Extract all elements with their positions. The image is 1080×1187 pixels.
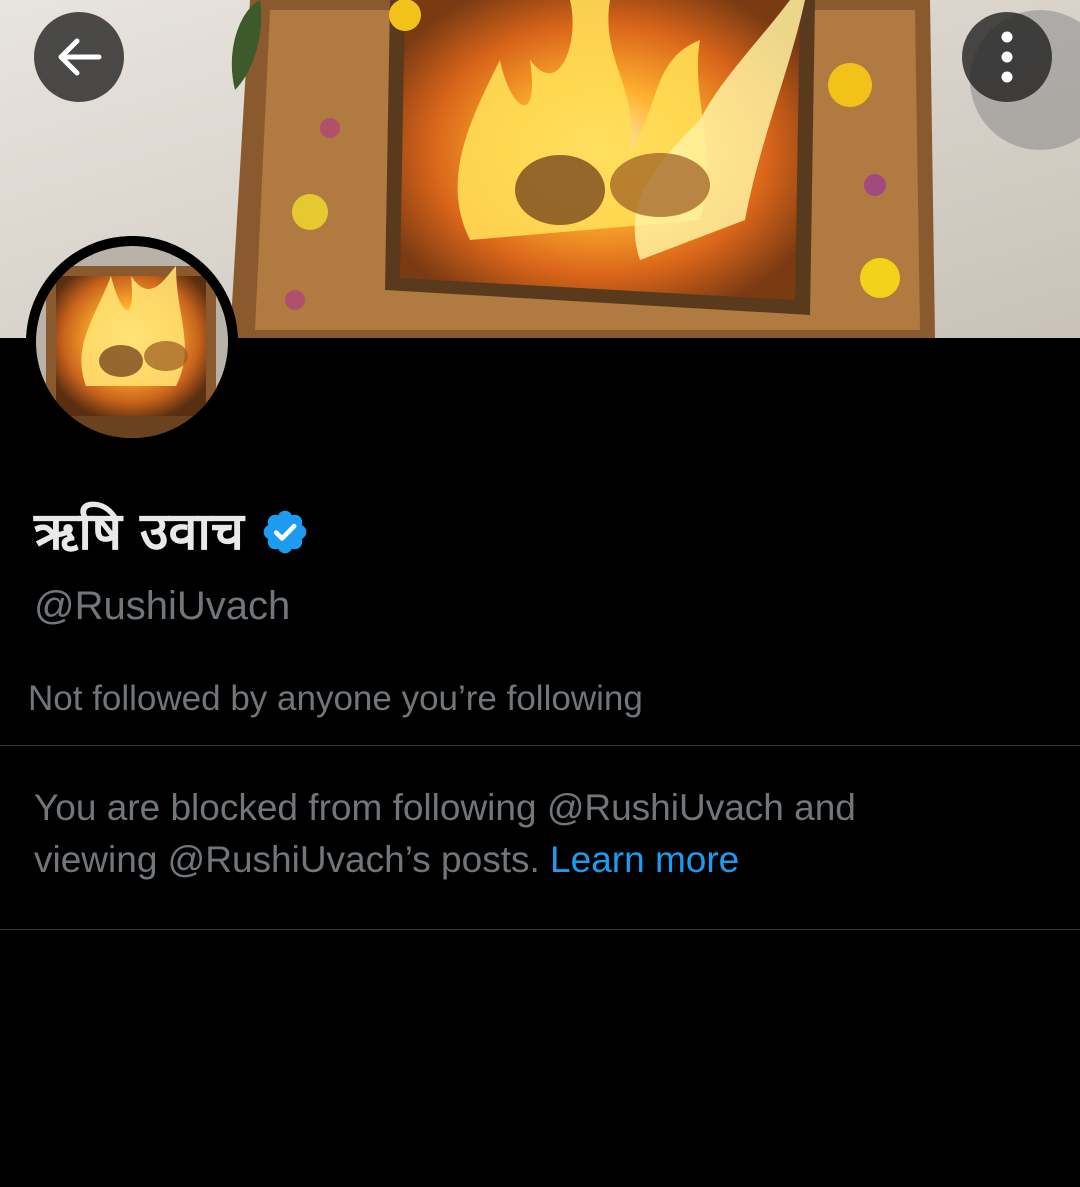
- avatar-image: [26, 236, 238, 448]
- more-options-button[interactable]: [962, 12, 1052, 102]
- back-button[interactable]: [34, 12, 124, 102]
- display-name: ऋषि उवाच: [34, 502, 244, 562]
- learn-more-link[interactable]: Learn more: [550, 839, 739, 880]
- blocked-notice-text-line-1: You are blocked from following @RushiUva…: [34, 787, 856, 828]
- display-name-row: ऋषि उवाच: [34, 492, 310, 572]
- arrow-left-icon: [58, 38, 102, 76]
- blocked-notice: You are blocked from following @RushiUva…: [34, 782, 1044, 886]
- followers-you-know-note: Not followed by anyone you’re following: [28, 679, 643, 718]
- more-vertical-icon: [1001, 31, 1013, 83]
- divider: [0, 929, 1080, 930]
- username-handle: @RushiUvach: [34, 584, 291, 628]
- verified-badge-icon[interactable]: [260, 507, 310, 557]
- divider: [0, 745, 1080, 746]
- blocked-notice-text-line-2: viewing @RushiUvach’s posts.: [34, 839, 540, 880]
- avatar[interactable]: [26, 236, 238, 448]
